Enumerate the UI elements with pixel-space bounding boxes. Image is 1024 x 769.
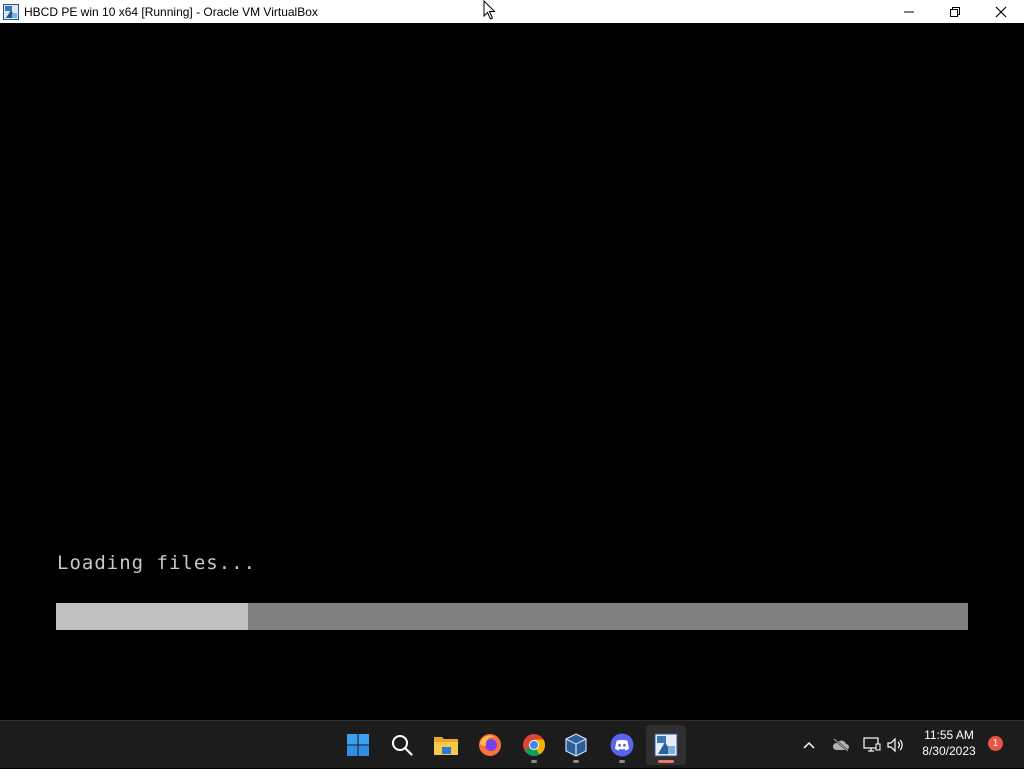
chrome-button[interactable] xyxy=(514,725,554,765)
file-explorer-button[interactable] xyxy=(426,725,466,765)
notification-badge[interactable]: 1 xyxy=(988,736,1003,751)
clock[interactable]: 11:55 AM 8/30/2023 xyxy=(916,727,982,759)
window-title-bar[interactable]: HBCD PE win 10 x64 [Running] - Oracle VM… xyxy=(0,0,1024,23)
file-explorer-icon xyxy=(434,737,458,755)
minimize-icon xyxy=(904,11,914,12)
loading-status-text: Loading files... xyxy=(57,552,257,574)
chevron-up-icon xyxy=(803,741,815,749)
vm-display[interactable]: Loading files... xyxy=(0,23,1024,720)
virtualbox-button[interactable] xyxy=(556,725,596,765)
volume-button[interactable] xyxy=(885,721,907,769)
volume-icon xyxy=(887,737,903,753)
search-button[interactable] xyxy=(382,725,422,765)
firefox-icon xyxy=(479,734,501,756)
virtualbox-icon xyxy=(565,733,587,757)
virtualbox-vm-icon xyxy=(654,733,678,757)
network-icon xyxy=(863,737,881,752)
search-icon xyxy=(392,735,413,756)
start-icon xyxy=(347,734,369,756)
taskbar xyxy=(0,720,1024,768)
loading-progress-bar xyxy=(56,603,968,630)
network-button[interactable] xyxy=(861,721,883,769)
discord-icon xyxy=(610,733,634,757)
clock-time: 11:55 AM xyxy=(924,728,974,742)
restore-button[interactable] xyxy=(932,0,978,23)
mouse-cursor-icon xyxy=(483,0,496,20)
virtualbox-app-icon xyxy=(3,3,19,20)
onedrive-button[interactable] xyxy=(830,721,852,769)
virtualbox-vm-button[interactable] xyxy=(646,725,686,765)
clock-date: 8/30/2023 xyxy=(922,744,976,758)
loading-progress-fill xyxy=(56,603,248,630)
close-button[interactable] xyxy=(978,0,1024,23)
minimize-button[interactable] xyxy=(886,0,932,23)
cloud-offline-icon xyxy=(832,738,849,752)
window-title: HBCD PE win 10 x64 [Running] - Oracle VM… xyxy=(24,4,318,19)
show-hidden-icons-button[interactable] xyxy=(798,721,820,769)
start-button[interactable] xyxy=(338,725,378,765)
restore-icon xyxy=(950,6,960,17)
chrome-icon xyxy=(523,734,545,756)
discord-button[interactable] xyxy=(602,725,642,765)
firefox-button[interactable] xyxy=(470,725,510,765)
close-icon xyxy=(995,6,1007,17)
